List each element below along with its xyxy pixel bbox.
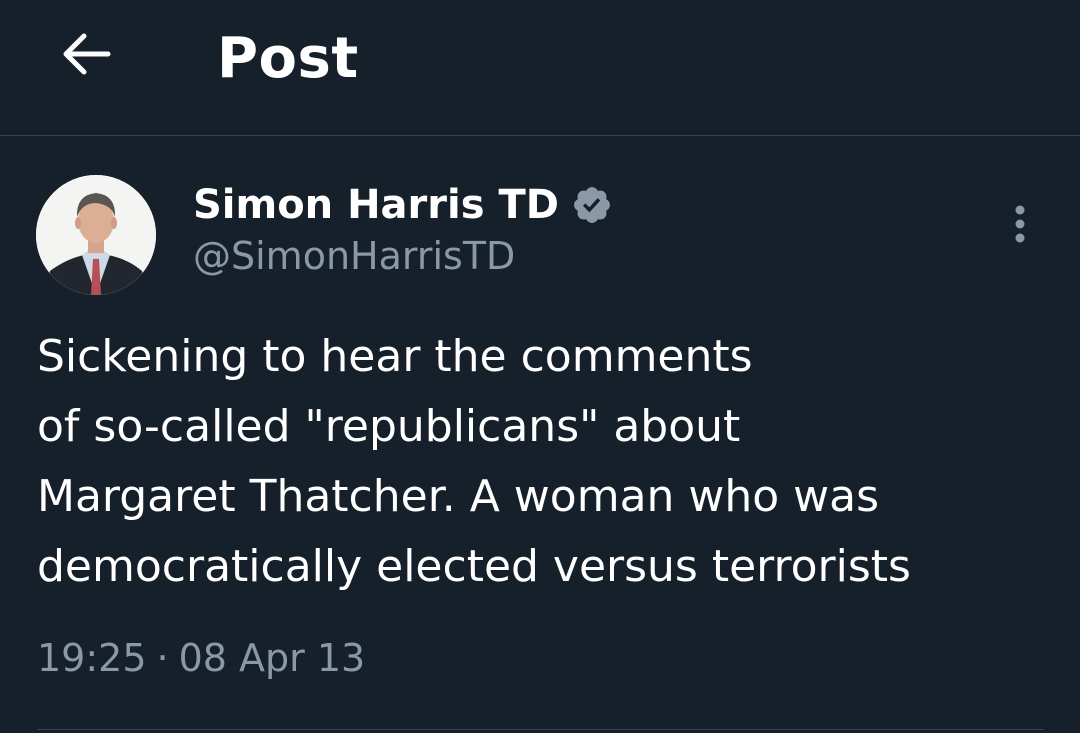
author-row[interactable]: Simon Harris TD [193,178,613,232]
divider [37,729,1044,730]
arrow-left-icon [63,33,111,75]
author-handle[interactable]: @SimonHarrisTD [193,234,515,278]
verified-badge-icon [571,184,613,226]
post-text: Sickening to hear the comments of so-cal… [37,331,911,592]
more-vertical-icon [1015,205,1025,243]
post-page: Post Simon Harris TD @SimonHarrisTD Sick… [0,0,1080,733]
post-date: 08 Apr 13 [178,636,366,680]
post-time: 19:25 [37,636,147,680]
avatar-photo [36,175,156,295]
page-title: Post [217,26,359,91]
avatar[interactable] [36,175,156,295]
back-button[interactable] [50,24,120,84]
post-timestamp[interactable]: 19:25 · 08 Apr 13 [37,636,365,680]
author-name[interactable]: Simon Harris TD [193,182,559,228]
top-bar: Post [0,0,1080,136]
timestamp-separator: · [156,636,169,680]
more-options-button[interactable] [995,196,1045,252]
